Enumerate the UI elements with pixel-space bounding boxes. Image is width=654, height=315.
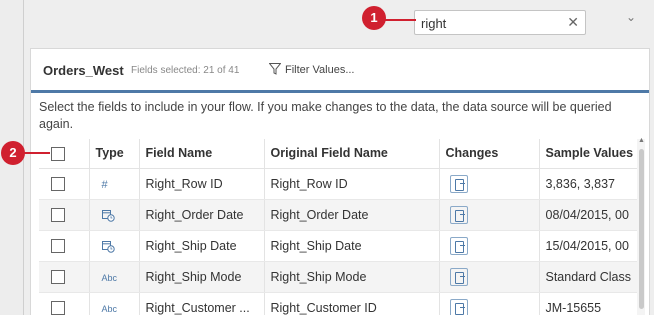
field-name-cell[interactable]: Right_Ship Mode bbox=[139, 261, 265, 293]
filter-values-button[interactable]: Filter Values... bbox=[269, 63, 355, 76]
original-name-cell: Right_Customer ID bbox=[264, 292, 440, 315]
sample-values-cell: 08/04/2015, 00 bbox=[539, 199, 637, 231]
row-select-cell[interactable] bbox=[39, 261, 90, 293]
scroll-thumb[interactable] bbox=[639, 149, 644, 309]
header-sample-values[interactable]: Sample Values bbox=[539, 139, 637, 169]
filter-icon bbox=[269, 63, 281, 75]
clear-search-icon[interactable]: ✕ bbox=[567, 14, 579, 31]
field-name-cell[interactable]: Right_Row ID bbox=[139, 168, 265, 200]
table-row: Abc Right_Customer ... Right_Customer ID… bbox=[39, 292, 637, 315]
field-name-cell[interactable]: Right_Order Date bbox=[139, 199, 265, 231]
string-type-icon[interactable]: Abc bbox=[102, 273, 118, 283]
fields-table: Type Field Name Original Field Name Chan… bbox=[39, 139, 637, 315]
chevron-down-icon[interactable]: ⌄ bbox=[626, 10, 636, 24]
sample-values-cell: 3,836, 3,837 bbox=[539, 168, 637, 200]
table-row: # Right_Row ID Right_Row ID 3,836, 3,837 bbox=[39, 168, 637, 200]
search-input[interactable] bbox=[421, 14, 561, 32]
row-checkbox[interactable] bbox=[51, 269, 65, 284]
date-time-icon[interactable] bbox=[101, 240, 115, 253]
row-select-cell[interactable] bbox=[39, 199, 90, 231]
row-select-cell[interactable] bbox=[39, 168, 90, 200]
vertical-scrollbar[interactable]: ▲ bbox=[637, 137, 645, 315]
row-select-cell[interactable] bbox=[39, 292, 90, 315]
header-field-name[interactable]: Field Name bbox=[139, 139, 265, 169]
select-all-checkbox[interactable] bbox=[51, 146, 65, 161]
table-row: Right_Ship Date Right_Ship Date 15/04/20… bbox=[39, 230, 637, 262]
callout-2-line bbox=[24, 152, 50, 154]
changes-icon[interactable] bbox=[449, 267, 468, 286]
original-name-cell: Right_Order Date bbox=[264, 199, 440, 231]
table-row: Abc Right_Ship Mode Right_Ship Mode Stan… bbox=[39, 261, 637, 293]
original-name-cell: Right_Ship Mode bbox=[264, 261, 440, 293]
callout-1-line bbox=[384, 19, 416, 21]
original-name-cell: Right_Ship Date bbox=[264, 230, 440, 262]
changes-icon[interactable] bbox=[449, 298, 468, 315]
header-original-field-name[interactable]: Original Field Name bbox=[264, 139, 440, 169]
input-panel: Orders_West Fields selected: 21 of 41 Fi… bbox=[30, 48, 650, 315]
scroll-up-icon[interactable]: ▲ bbox=[638, 137, 645, 144]
number-type-icon[interactable]: # bbox=[102, 179, 108, 191]
field-name-cell[interactable]: Right_Ship Date bbox=[139, 230, 265, 262]
row-checkbox[interactable] bbox=[51, 300, 65, 315]
string-type-icon[interactable]: Abc bbox=[102, 304, 118, 314]
changes-icon[interactable] bbox=[449, 174, 468, 193]
data-source-name: Orders_West bbox=[43, 63, 124, 78]
filter-values-label: Filter Values... bbox=[285, 64, 355, 76]
row-checkbox[interactable] bbox=[51, 207, 65, 222]
row-checkbox[interactable] bbox=[51, 176, 65, 191]
original-name-cell: Right_Row ID bbox=[264, 168, 440, 200]
row-checkbox[interactable] bbox=[51, 238, 65, 253]
panel-header: Orders_West Fields selected: 21 of 41 Fi… bbox=[31, 49, 649, 93]
search-box[interactable]: ✕ bbox=[414, 10, 586, 35]
info-text: Select the fields to include in your flo… bbox=[39, 100, 612, 131]
field-name-cell[interactable]: Right_Customer ... bbox=[139, 292, 265, 315]
table-header-row: Type Field Name Original Field Name Chan… bbox=[39, 139, 637, 169]
changes-icon[interactable] bbox=[449, 205, 468, 224]
sample-values-cell: Standard Class bbox=[539, 261, 637, 293]
row-select-cell[interactable] bbox=[39, 230, 90, 262]
header-changes[interactable]: Changes bbox=[439, 139, 540, 169]
header-type[interactable]: Type bbox=[89, 139, 140, 169]
callout-1: 1 bbox=[362, 6, 386, 30]
sample-values-cell: 15/04/2015, 00 bbox=[539, 230, 637, 262]
sample-values-cell: JM-15655 bbox=[539, 292, 637, 315]
table-row: Right_Order Date Right_Order Date 08/04/… bbox=[39, 199, 637, 231]
date-time-icon[interactable] bbox=[101, 209, 115, 222]
callout-2: 2 bbox=[1, 141, 25, 165]
changes-icon[interactable] bbox=[449, 236, 468, 255]
fields-selected-count: Fields selected: 21 of 41 bbox=[131, 65, 240, 76]
